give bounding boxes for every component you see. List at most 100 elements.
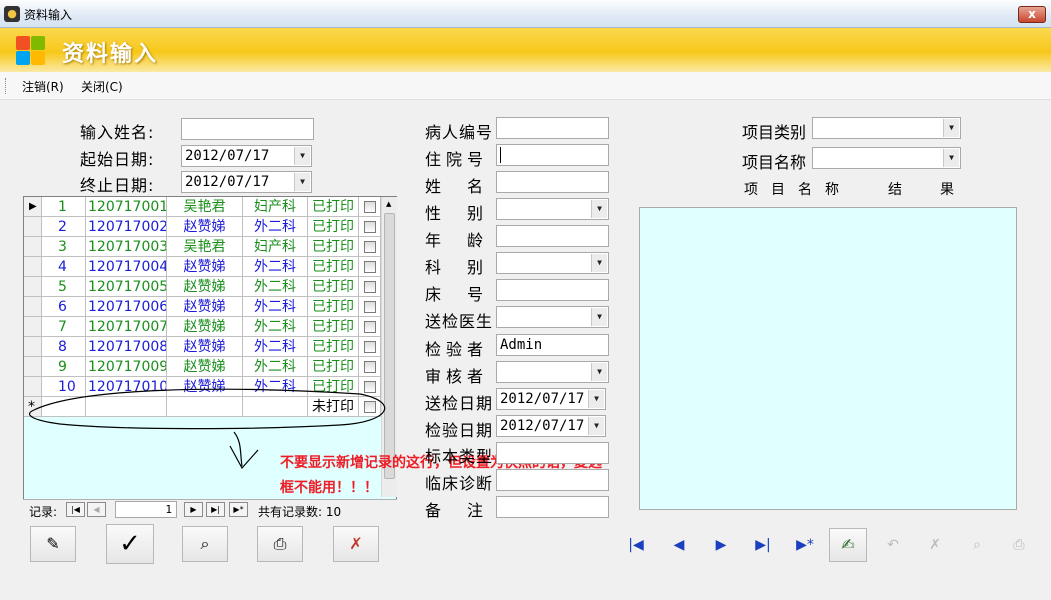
edit-button[interactable]: ✍ (829, 528, 867, 562)
row-number: 1 (42, 197, 86, 217)
row-selector[interactable] (24, 357, 42, 377)
undo-button[interactable]: ↶ (872, 526, 914, 564)
chevron-down-icon[interactable]: ▼ (591, 363, 607, 381)
row-checkbox-cell[interactable] (359, 257, 381, 277)
row-checkbox-cell[interactable] (359, 217, 381, 237)
new-button[interactable]: ▶* (784, 526, 826, 564)
row-selector[interactable] (24, 257, 42, 277)
bed-field[interactable] (496, 279, 609, 301)
chevron-down-icon[interactable]: ▼ (591, 308, 607, 326)
tester-field[interactable]: Admin (496, 334, 609, 356)
chevron-down-icon[interactable]: ▼ (588, 390, 604, 408)
row-selector[interactable] (24, 337, 42, 357)
row-checkbox[interactable] (364, 321, 376, 333)
row-selector[interactable] (24, 217, 42, 237)
name-field[interactable] (496, 171, 609, 193)
print-button[interactable]: ⎙ (257, 526, 303, 562)
row-checkbox-cell[interactable] (359, 357, 381, 377)
table-row[interactable]: 2 120717002 赵赞娣 外二科 已打印 (24, 217, 381, 237)
inpatient-no-field[interactable] (496, 144, 609, 166)
row-checkbox[interactable] (364, 341, 376, 353)
department: 外二科 (243, 277, 308, 297)
lookup-button[interactable]: ✎ (30, 526, 76, 562)
row-number: 5 (42, 277, 86, 297)
project-category-select[interactable]: ▼ (812, 117, 961, 139)
table-row[interactable]: 4 120717004 赵赞娣 外二科 已打印 (24, 257, 381, 277)
print-preview-button[interactable]: ⎙ (998, 526, 1040, 564)
delete-button[interactable]: ✗ (333, 526, 379, 562)
chevron-down-icon[interactable]: ▼ (591, 254, 607, 272)
row-checkbox[interactable] (364, 201, 376, 213)
end-date-picker[interactable]: 2012/07/17 ▼ (181, 171, 312, 193)
input-name-field[interactable] (181, 118, 314, 140)
table-row[interactable]: 3 120717003 吴艳君 妇产科 已打印 (24, 237, 381, 257)
next-button[interactable]: ▶ (700, 526, 742, 564)
menu-item-close[interactable]: 关闭(C) (81, 78, 123, 95)
row-checkbox-cell[interactable] (359, 277, 381, 297)
row-checkbox[interactable] (364, 281, 376, 293)
title-bar: ● 资料输入 x (0, 0, 1051, 28)
close-button[interactable]: x (1018, 6, 1046, 23)
row-selector[interactable] (24, 297, 42, 317)
row-checkbox-cell[interactable] (359, 317, 381, 337)
doctor-select[interactable]: ▼ (496, 306, 609, 328)
row-selector[interactable] (24, 237, 42, 257)
row-checkbox[interactable] (364, 261, 376, 273)
chevron-down-icon[interactable]: ▼ (588, 417, 604, 435)
remark-field[interactable] (496, 496, 609, 518)
scroll-up-icon[interactable]: ▲ (386, 200, 391, 208)
table-row[interactable]: 6 120717006 赵赞娣 外二科 已打印 (24, 297, 381, 317)
results-panel[interactable] (639, 207, 1017, 510)
chevron-down-icon[interactable]: ▼ (943, 119, 959, 137)
send-date-picker[interactable]: 2012/07/17 ▼ (496, 388, 606, 410)
test-date-picker[interactable]: 2012/07/17 ▼ (496, 415, 606, 437)
row-checkbox-cell[interactable] (359, 237, 381, 257)
first-button[interactable]: |◀ (615, 526, 657, 564)
row-checkbox-cell[interactable] (359, 337, 381, 357)
preview-button[interactable]: ⌕ (182, 526, 228, 562)
diagnosis-field[interactable] (496, 469, 609, 491)
row-selector[interactable] (24, 317, 42, 337)
new-record-icon[interactable]: ▶* (229, 502, 248, 517)
previous-button[interactable]: ◀ (658, 526, 700, 564)
next-record-icon[interactable]: ▶ (184, 502, 203, 517)
dept-select[interactable]: ▼ (496, 252, 609, 274)
chevron-down-icon[interactable]: ▼ (591, 200, 607, 218)
find-button[interactable]: ⌕ (956, 526, 998, 564)
sample-type-field[interactable] (496, 442, 609, 464)
row-checkbox[interactable] (364, 221, 376, 233)
cancel-button[interactable]: ✗ (914, 526, 956, 564)
record-number-field[interactable]: 1 (115, 501, 177, 518)
row-selector[interactable]: ▶ (24, 197, 42, 217)
patient-name: 赵赞娣 (167, 297, 243, 317)
table-row[interactable]: 9 120717009 赵赞娣 外二科 已打印 (24, 357, 381, 377)
chevron-down-icon[interactable]: ▼ (294, 173, 310, 191)
project-name-select[interactable]: ▼ (812, 147, 961, 169)
project-category-label: 项目类别 (742, 123, 807, 142)
end-date-value: 2012/07/17 (185, 174, 270, 190)
row-checkbox[interactable] (364, 361, 376, 373)
gender-select[interactable]: ▼ (496, 198, 609, 220)
table-row[interactable]: 8 120717008 赵赞娣 外二科 已打印 (24, 337, 381, 357)
row-checkbox-cell[interactable] (359, 197, 381, 217)
last-record-icon[interactable]: ▶| (206, 502, 225, 517)
prev-record-icon[interactable]: ◀ (87, 502, 106, 517)
table-row[interactable]: ▶ 1 120717001 吴艳君 妇产科 已打印 (24, 197, 381, 217)
row-checkbox[interactable] (364, 241, 376, 253)
reviewer-select[interactable]: ▼ (496, 361, 609, 383)
table-row[interactable]: 7 120717007 赵赞娣 外二科 已打印 (24, 317, 381, 337)
row-selector[interactable] (24, 277, 42, 297)
start-date-picker[interactable]: 2012/07/17 ▼ (181, 145, 312, 167)
row-checkbox-cell[interactable] (359, 297, 381, 317)
menu-item-logout[interactable]: 注销(R) (22, 78, 64, 95)
first-record-icon[interactable]: |◀ (66, 502, 85, 517)
last-button[interactable]: ▶| (742, 526, 784, 564)
age-field[interactable] (496, 225, 609, 247)
confirm-button[interactable]: ✓ (106, 524, 154, 564)
test-date-value: 2012/07/17 (500, 418, 585, 434)
chevron-down-icon[interactable]: ▼ (943, 149, 959, 167)
chevron-down-icon[interactable]: ▼ (294, 147, 310, 165)
patient-no-field[interactable] (496, 117, 609, 139)
row-checkbox[interactable] (364, 301, 376, 313)
table-row[interactable]: 5 120717005 赵赞娣 外二科 已打印 (24, 277, 381, 297)
